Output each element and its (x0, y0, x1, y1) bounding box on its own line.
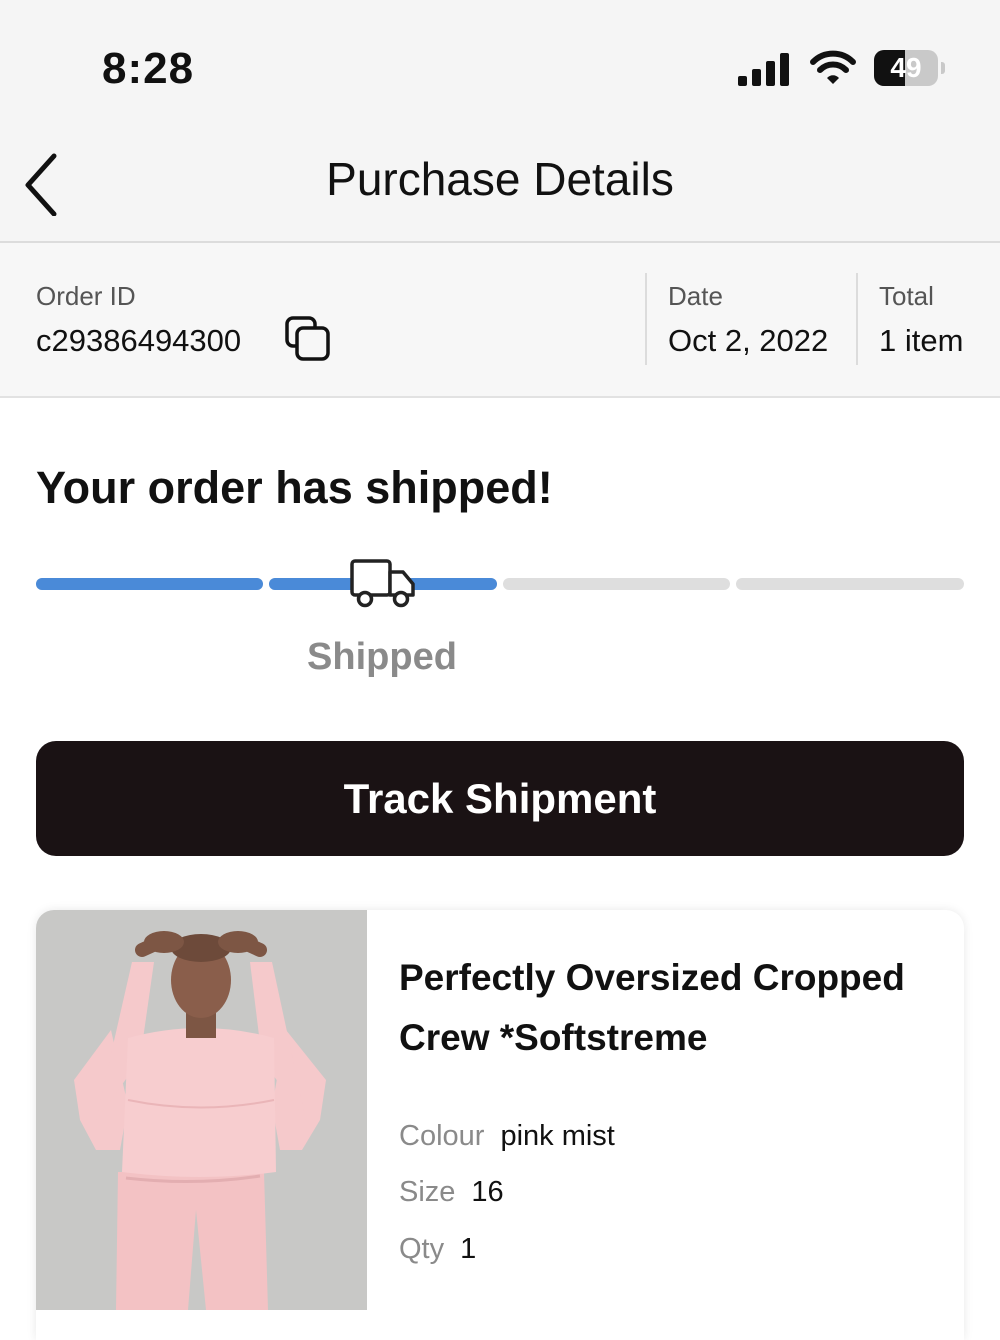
battery-level: 49 (890, 52, 922, 83)
product-colour: Colour pink mist (399, 1120, 615, 1153)
status-bar: 8:28 49 (0, 0, 1000, 130)
colour-value: pink mist (500, 1120, 615, 1152)
date-value: Oct 2, 2022 (668, 323, 829, 358)
track-shipment-button[interactable]: Track Shipment (36, 741, 964, 856)
total-label: Total (879, 281, 934, 311)
divider (856, 273, 858, 365)
current-stage-label: Shipped (307, 636, 457, 678)
colour-label: Colour (399, 1120, 485, 1152)
total-value: 1 item (879, 323, 964, 358)
battery-indicator: 49 (874, 50, 945, 88)
page-title: Purchase Details (326, 153, 674, 205)
product-name[interactable]: Perfectly Oversized Cropped Crew *Softst… (399, 948, 944, 1068)
progress-step-1 (36, 578, 263, 590)
status-time: 8:28 (102, 44, 195, 93)
qty-value: 1 (460, 1233, 477, 1265)
size-label: Size (399, 1176, 456, 1208)
order-info: Order ID c29386494300 Date Oct 2, 2022 T… (0, 243, 1000, 398)
qty-label: Qty (399, 1233, 445, 1265)
order-id-label: Order ID (36, 281, 136, 311)
product-card[interactable]: Perfectly Oversized Cropped Crew *Softst… (36, 910, 964, 1340)
shipment-heading: Your order has shipped! (36, 462, 553, 513)
divider (645, 273, 647, 365)
copy-icon (285, 316, 330, 361)
order-id-value: c29386494300 (36, 323, 242, 358)
copy-order-id-button[interactable] (284, 315, 332, 363)
progress-step-3 (503, 578, 730, 590)
product-size: Size 16 (399, 1176, 504, 1209)
progress-step-4 (736, 578, 964, 590)
date-label: Date (668, 281, 723, 311)
wifi-icon (810, 50, 856, 84)
cellular-signal-icon (738, 53, 789, 86)
nav-bar: Purchase Details (0, 130, 1000, 243)
truck-icon (350, 559, 415, 608)
product-qty: Qty 1 (399, 1233, 476, 1266)
product-image[interactable] (36, 910, 367, 1310)
size-value: 16 (471, 1176, 504, 1208)
